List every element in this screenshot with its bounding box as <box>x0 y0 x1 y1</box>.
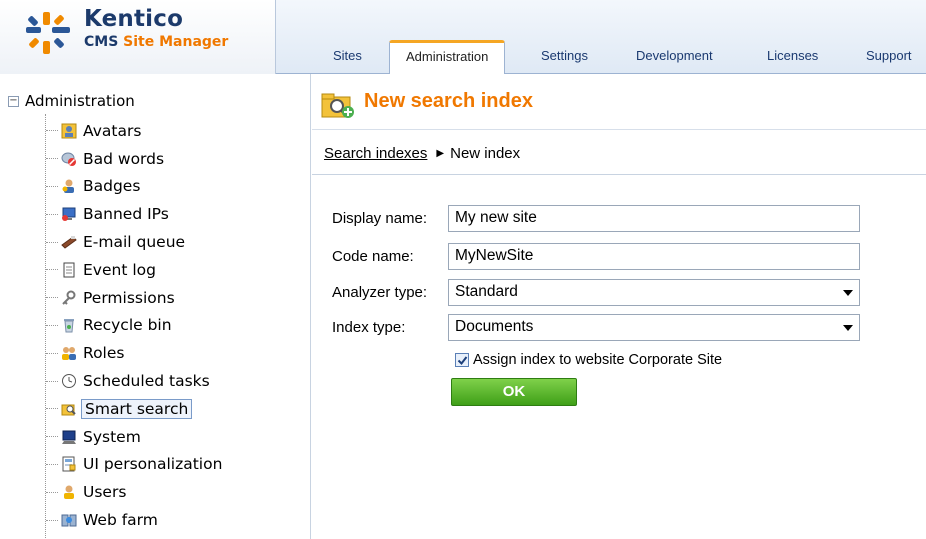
tree-item-bad-words[interactable]: Bad words <box>46 145 224 173</box>
logo: Kentico CMS Site Manager <box>0 0 276 74</box>
tree-item-badges[interactable]: Badges <box>46 173 224 201</box>
code-name-label: Code name: <box>332 248 414 265</box>
tree-item-permissions[interactable]: Permissions <box>46 284 224 312</box>
tree-item-label: Avatars <box>83 121 142 140</box>
index-type-select[interactable]: Documents <box>448 314 860 341</box>
tree-item-banned-ips[interactable]: Banned IPs <box>46 200 224 228</box>
tree-item-label: System <box>83 427 141 446</box>
page-title: New search index <box>364 90 533 112</box>
scheduled-tasks-icon <box>60 372 78 390</box>
ok-button[interactable]: OK <box>451 378 577 406</box>
permissions-icon <box>60 289 78 307</box>
kentico-logo-icon <box>26 12 70 54</box>
tab-sites[interactable]: Sites <box>333 48 362 63</box>
tree-item-label: Recycle bin <box>83 316 172 335</box>
dropdown-arrow-icon <box>843 290 853 296</box>
assign-index-label: Assign index to website Corporate Site <box>473 352 723 368</box>
admin-tree: − Administration Avatars Bad words Badge… <box>0 74 311 539</box>
dropdown-arrow-icon <box>843 325 853 331</box>
header-bar: Kentico CMS Site Manager Sites Administr… <box>0 0 926 74</box>
email-queue-icon <box>60 233 78 251</box>
tab-development[interactable]: Development <box>636 48 713 63</box>
display-name-field[interactable]: My new site <box>448 205 860 232</box>
content-pane: New search index Search indexes ▶ New in… <box>312 74 926 539</box>
users-icon <box>60 483 78 501</box>
analyzer-type-label: Analyzer type: <box>332 284 428 301</box>
tree-items: Avatars Bad words Badges Banned IPs E-ma… <box>46 117 224 534</box>
analyzer-type-select[interactable]: Standard <box>448 279 860 306</box>
event-log-icon <box>60 261 78 279</box>
recycle-bin-icon <box>60 316 78 334</box>
code-name-field[interactable]: MyNewSite <box>448 243 860 270</box>
tree-item-label: E-mail queue <box>83 233 186 252</box>
banned-ips-icon <box>60 205 78 223</box>
display-name-row: Display name: My new site <box>312 205 926 233</box>
tab-support[interactable]: Support <box>866 48 912 63</box>
tree-item-email-queue[interactable]: E-mail queue <box>46 228 224 256</box>
badges-icon <box>60 177 78 195</box>
index-type-label: Index type: <box>332 319 406 336</box>
tree-item-label: Permissions <box>83 288 175 307</box>
tree-item-users[interactable]: Users <box>46 478 224 506</box>
tree-item-web-farm[interactable]: Web farm <box>46 506 224 534</box>
avatar-icon <box>60 122 78 140</box>
roles-icon <box>60 344 78 362</box>
ui-personalization-icon <box>60 455 78 473</box>
title-bar: New search index <box>312 74 926 130</box>
collapse-icon[interactable]: − <box>8 95 19 107</box>
tree-item-label: Smart search <box>81 398 193 419</box>
system-icon <box>60 428 78 446</box>
tree-root-label: Administration <box>25 92 135 110</box>
brand-subtitle: CMS Site Manager <box>84 34 228 50</box>
breadcrumb-bar: Search indexes ▶ New index <box>312 131 926 175</box>
assign-index-checkbox[interactable] <box>455 353 469 367</box>
tree-item-label: UI personalization <box>83 455 223 474</box>
tree-item-label: Scheduled tasks <box>83 372 210 391</box>
tree-item-system[interactable]: System <box>46 423 224 451</box>
tab-licenses[interactable]: Licenses <box>767 48 818 63</box>
web-farm-icon <box>60 511 78 529</box>
tab-administration[interactable]: Administration <box>389 40 506 74</box>
tree-item-scheduled-tasks[interactable]: Scheduled tasks <box>46 367 224 395</box>
tree-item-avatars[interactable]: Avatars <box>46 117 224 145</box>
index-type-row: Index type: Documents <box>312 314 926 342</box>
analyzer-type-value: Standard <box>455 283 518 300</box>
assign-index-row[interactable]: Assign index to website Corporate Site <box>455 352 722 368</box>
checkmark-icon <box>457 355 467 365</box>
code-name-row: Code name: MyNewSite <box>312 243 926 271</box>
breadcrumb-current: New index <box>450 145 521 162</box>
tree-item-smart-search[interactable]: Smart search <box>46 395 224 423</box>
tree-item-roles[interactable]: Roles <box>46 339 224 367</box>
analyzer-type-row: Analyzer type: Standard <box>312 279 926 307</box>
brand-subtitle-site-manager: Site Manager <box>123 34 229 50</box>
tree-item-event-log[interactable]: Event log <box>46 256 224 284</box>
tree-item-recycle-bin[interactable]: Recycle bin <box>46 312 224 340</box>
breadcrumb: Search indexes ▶ New index <box>324 145 520 162</box>
new-search-index-icon <box>321 93 354 118</box>
index-type-value: Documents <box>455 318 534 335</box>
tree-item-label: Event log <box>83 260 156 279</box>
tree-root-administration[interactable]: − Administration <box>8 91 135 111</box>
brand-subtitle-cms: CMS <box>84 34 119 50</box>
tree-item-label: Web farm <box>83 511 158 530</box>
display-name-label: Display name: <box>332 210 428 227</box>
brand-name: Kentico <box>84 6 184 32</box>
tree-item-label: Roles <box>83 344 125 363</box>
breadcrumb-link-search-indexes[interactable]: Search indexes <box>324 145 427 162</box>
tree-item-label: Banned IPs <box>83 205 169 224</box>
main-tabs: Sites Administration Settings Developmen… <box>276 40 926 74</box>
tree-item-label: Users <box>83 483 127 502</box>
tab-settings[interactable]: Settings <box>541 48 588 63</box>
smart-search-icon <box>60 400 78 418</box>
tree-item-label: Bad words <box>83 149 165 168</box>
tree-item-label: Badges <box>83 177 141 196</box>
breadcrumb-arrow-icon: ▶ <box>436 148 445 159</box>
bad-words-icon <box>60 150 78 168</box>
tree-item-ui-personalization[interactable]: UI personalization <box>46 451 224 479</box>
